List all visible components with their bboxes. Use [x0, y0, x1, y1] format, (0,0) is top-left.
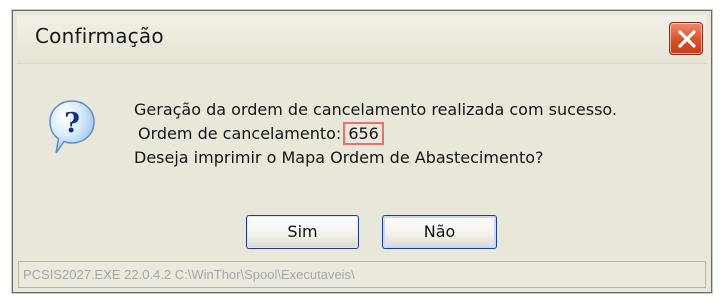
dialog-content: ? Geração da ordem de cancelamento reali…	[17, 64, 707, 259]
message-line-2: Ordem de cancelamento: 656	[134, 122, 617, 146]
status-text: PCSIS2027.EXE 22.0.4.2 C:\WinThor\Spool\…	[23, 267, 355, 282]
svg-text:?: ?	[64, 108, 80, 139]
message-line-3: Deseja imprimir o Mapa Ordem de Abasteci…	[134, 148, 544, 167]
close-button[interactable]	[669, 22, 703, 55]
question-icon: ?	[49, 100, 95, 154]
title-bar[interactable]: Confirmação	[17, 15, 707, 64]
dialog-title: Confirmação	[35, 24, 164, 48]
order-label: Ordem de cancelamento:	[138, 124, 342, 143]
confirmation-dialog: Confirmação ? Geração da ordem de cancel…	[12, 10, 712, 293]
message-line-1: Geração da ordem de cancelamento realiza…	[134, 100, 617, 119]
message-text: Geração da ordem de cancelamento realiza…	[134, 98, 617, 170]
no-button[interactable]: Não	[382, 215, 497, 249]
status-bar: PCSIS2027.EXE 22.0.4.2 C:\WinThor\Spool\…	[18, 261, 706, 288]
yes-button[interactable]: Sim	[246, 215, 359, 249]
order-number: 656	[343, 122, 384, 145]
close-icon	[678, 30, 696, 48]
